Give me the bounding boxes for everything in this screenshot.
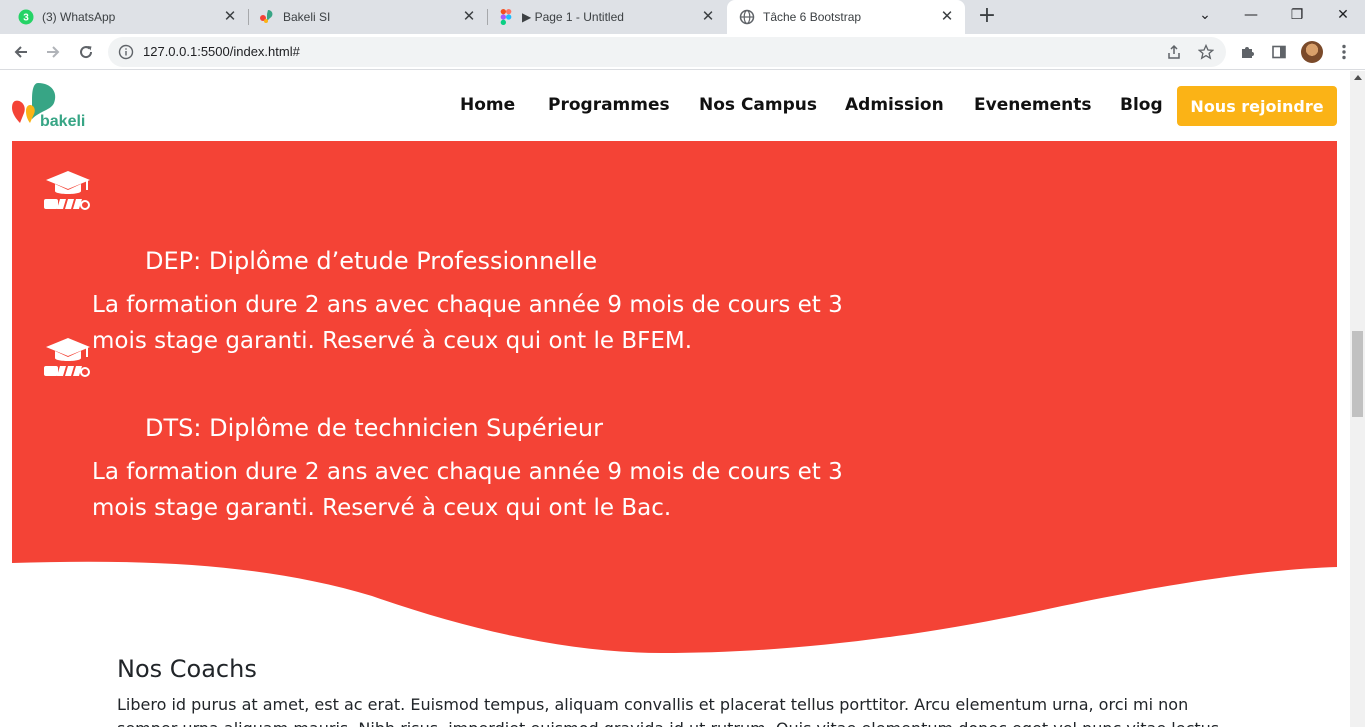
figma-icon bbox=[498, 9, 514, 25]
program-description: La formation dure 2 ans avec chaque anné… bbox=[92, 292, 843, 354]
bakeli-icon bbox=[259, 9, 275, 25]
kebab-menu-icon[interactable] bbox=[1334, 42, 1354, 62]
browser-tab-strip: 3 (3) WhatsApp ✕ Bakeli SI ✕ ▶ Page 1 - … bbox=[0, 0, 1365, 34]
tab-bakeli[interactable]: Bakeli SI ✕ bbox=[249, 0, 487, 34]
back-arrow-icon bbox=[14, 46, 27, 58]
reload-icon bbox=[80, 46, 93, 59]
side-panel-icon[interactable] bbox=[1269, 42, 1289, 62]
tab-figma[interactable]: ▶ Page 1 - Untitled ✕ bbox=[488, 0, 726, 34]
red-wave-background bbox=[12, 141, 1337, 653]
join-button[interactable]: Nous rejoindre bbox=[1177, 86, 1337, 126]
site-info-icon[interactable] bbox=[118, 44, 134, 60]
scroll-up-arrow-icon[interactable] bbox=[1354, 75, 1362, 80]
scrollbar-thumb[interactable] bbox=[1352, 331, 1363, 417]
address-bar[interactable]: 127.0.0.1:5500/index.html# bbox=[108, 37, 1226, 67]
bakeli-logo[interactable]: bakeli bbox=[10, 83, 100, 133]
tab-whatsapp[interactable]: 3 (3) WhatsApp ✕ bbox=[0, 0, 248, 34]
profile-avatar[interactable] bbox=[1301, 41, 1323, 63]
whatsapp-badge: 3 bbox=[23, 13, 29, 24]
program-description: La formation dure 2 ans avec chaque anné… bbox=[92, 459, 843, 521]
whatsapp-icon: 3 bbox=[18, 9, 34, 25]
site-navbar: bakeli Home Programmes Nos Campus Admiss… bbox=[0, 71, 1350, 141]
reload-button[interactable] bbox=[74, 40, 98, 64]
share-icon[interactable] bbox=[1166, 44, 1182, 60]
logo-text: bakeli bbox=[40, 113, 86, 130]
close-icon[interactable]: ✕ bbox=[461, 9, 477, 25]
tab-bootstrap[interactable]: Tâche 6 Bootstrap ✕ bbox=[727, 0, 965, 34]
nav-home[interactable]: Home bbox=[460, 95, 515, 115]
url-text: 127.0.0.1:5500/index.html# bbox=[143, 44, 300, 59]
coachs-heading: Nos Coachs bbox=[117, 655, 257, 683]
coachs-paragraph: Libero id purus at amet, est ac erat. Eu… bbox=[117, 695, 1224, 727]
close-icon[interactable]: ✕ bbox=[700, 9, 716, 25]
minimize-button[interactable]: — bbox=[1228, 0, 1274, 30]
program-title: DTS: Diplôme de technicien Supérieur bbox=[145, 414, 603, 442]
extensions-puzzle-icon[interactable] bbox=[1237, 42, 1257, 62]
browser-toolbar: 127.0.0.1:5500/index.html# bbox=[0, 34, 1365, 70]
nav-admission[interactable]: Admission bbox=[845, 95, 944, 115]
tab-title: (3) WhatsApp bbox=[42, 10, 116, 24]
tab-title: Bakeli SI bbox=[283, 10, 331, 24]
page-scrollbar[interactable] bbox=[1350, 71, 1365, 727]
nav-programmes[interactable]: Programmes bbox=[548, 95, 670, 115]
bookmark-star-icon[interactable] bbox=[1198, 44, 1214, 60]
tab-title: ▶ Page 1 - Untitled bbox=[522, 10, 624, 24]
forward-button[interactable] bbox=[41, 40, 65, 64]
back-button[interactable] bbox=[9, 40, 33, 64]
graduation-cap-icon bbox=[44, 338, 90, 377]
close-icon[interactable]: ✕ bbox=[222, 9, 238, 25]
programs-section: DEP: Diplôme d’etude Professionnelle La … bbox=[12, 141, 1337, 661]
tab-title: Tâche 6 Bootstrap bbox=[763, 10, 862, 24]
globe-icon bbox=[739, 9, 755, 25]
restore-button[interactable]: ❐ bbox=[1274, 0, 1320, 30]
nav-nos-campus[interactable]: Nos Campus bbox=[699, 95, 817, 115]
program-title: DEP: Diplôme d’etude Professionnelle bbox=[145, 247, 598, 275]
tab-search-icon[interactable]: ⌄ bbox=[1182, 0, 1228, 30]
forward-arrow-icon bbox=[47, 46, 60, 58]
nav-evenements[interactable]: Evenements bbox=[974, 95, 1091, 115]
nav-blog[interactable]: Blog bbox=[1120, 95, 1163, 115]
close-icon[interactable]: ✕ bbox=[939, 9, 955, 25]
page-viewport: bakeli Home Programmes Nos Campus Admiss… bbox=[0, 71, 1365, 727]
graduation-cap-icon bbox=[44, 171, 90, 210]
new-tab-button[interactable]: + bbox=[975, 5, 999, 29]
close-window-button[interactable]: ✕ bbox=[1320, 0, 1365, 30]
